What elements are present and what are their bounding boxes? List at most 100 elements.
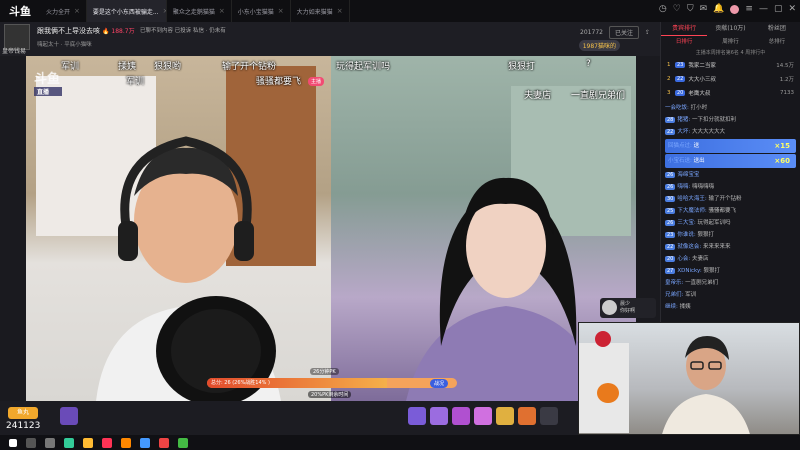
video-player[interactable]: 斗鱼 直播 主播 军训 揉姨 狠狠哟 输了开个钻粉 军训 骚骚都要飞 玩得起军训吗 狠狠打? 夫妻… [26,56,636,401]
douyu-logo[interactable]: 斗鱼 [0,0,40,22]
douyu-app-icon[interactable] [121,437,131,448]
gift-icon[interactable] [518,407,536,425]
bell-icon[interactable]: 🔔 [713,4,724,14]
gift-icon[interactable] [452,407,470,425]
close-icon[interactable]: × [278,7,284,15]
chat-username[interactable]: 回猫点过: [668,143,694,149]
chat-username[interactable]: 猪猪: [677,117,692,123]
avatar [602,300,617,315]
tab-4[interactable]: 大力如来猫猫 × [291,0,350,22]
chat-message: 小宝石送: 送出 ×60 [665,154,796,168]
chat-text: 狠狠打 [703,268,721,274]
chat-username[interactable]: 皇帝乐: [665,280,685,286]
mini-user-card[interactable]: 晨少 你好啊 [600,298,656,318]
coin-button[interactable]: 鱼丸 [8,407,38,419]
douyu-watermark: 斗鱼 直播 [34,68,62,96]
panel-subtab-1[interactable]: 周排行 [707,36,753,48]
gift-icon[interactable] [474,407,492,425]
chat-username[interactable]: 三大宝: [677,220,697,226]
gift-icon[interactable] [496,407,514,425]
chat-username[interactable]: 下大魔法师: [677,208,708,214]
danmu-text: 狠狠打 [508,62,536,72]
watermark-sub: 直播 [34,87,62,96]
panel-tab-2[interactable]: 粉丝团 [754,22,800,36]
live-badge: 主播 [308,77,325,86]
chat-username[interactable]: 海绵宝宝 [677,172,699,178]
close-icon[interactable]: × [74,7,80,15]
close-icon[interactable]: × [337,7,343,15]
pk-progress-bar: 总分: 26 (26%战胜14% ) [207,378,457,388]
chat-username[interactable]: 就像这会: [677,244,703,250]
windows-start-icon[interactable] [9,438,17,447]
pip-person [662,336,750,434]
pip-camera[interactable] [578,322,800,435]
hot-value-text: 188.7万 [111,28,135,35]
chat-text: 夫妻店 [691,256,709,262]
tab-1[interactable]: 要是这个小东西被骗走...× [86,0,167,22]
pk-subtext: 20%PK剩余时间 [308,391,352,398]
panel-subtab-2[interactable]: 总排行 [754,36,800,48]
taskview-icon[interactable] [45,437,55,448]
chat-username[interactable]: 嗨嗨: [677,184,692,190]
panel-subtab-0[interactable]: 日排行 [661,36,707,48]
shield-icon[interactable]: ⛉ [687,4,694,14]
chat-username[interactable]: 小宝石送: [668,158,694,164]
chat-message: 30 哈哈大海王: 输了开个钻粉 [665,193,796,205]
message-icon[interactable]: ✉ [700,4,708,14]
chat-username[interactable]: 你谁说: [677,232,697,238]
app-icon[interactable] [64,437,74,448]
chat-username[interactable]: 心会: [677,256,692,262]
mini-user-sub: 你好啊 [620,308,636,314]
tab-0[interactable]: 火力全开 × [40,0,87,22]
panel-tab-0[interactable]: 贵宾排行 [661,22,708,36]
app-icon[interactable] [83,437,93,448]
rank-row[interactable]: 1 23 我家二当家 14.5万 [661,58,800,72]
rank-name: 大大小三叔 [688,77,716,83]
fan-badge[interactable]: 1987猫咪的 [578,40,620,51]
level-badge: 23 [675,62,686,68]
panel-tabs: 贵宾排行 贡献(10万) 粉丝团 [661,22,800,36]
chat-username[interactable]: 继续: [665,304,680,310]
maximize-icon[interactable]: ▢ [774,4,783,14]
chat-text: 大大大大大大 [691,129,725,135]
app-icon[interactable] [159,437,169,448]
follow-button[interactable]: 已关注 [608,26,639,39]
share-icon[interactable]: ⇪ [645,29,650,36]
minimize-icon[interactable]: — [759,4,768,14]
chat-username[interactable]: 一会吃饭: [665,105,691,111]
chat-username[interactable]: 大坏: [677,129,692,135]
rank-row[interactable]: 3 20 老鹰大叔 7133 [661,86,800,100]
danmu-text: 军训 [126,77,145,87]
rank-row[interactable]: 2 22 大大小三叔 1.2万 [661,72,800,86]
app-icon[interactable] [102,437,112,448]
clock-icon[interactable]: ◷ [659,4,667,14]
chat-message: 继续: 揉姨 [665,301,796,313]
gift-icon[interactable] [430,407,448,425]
search-icon[interactable] [26,437,36,448]
menu-icon[interactable]: ≡ [745,4,753,14]
rank-value: 14.5万 [776,63,794,69]
gift-icon[interactable] [60,407,78,425]
heart-icon[interactable]: ♡ [673,4,681,14]
close-window-icon[interactable]: ✕ [788,4,796,14]
chat-username[interactable]: 兄弟们: [665,292,685,298]
tab-2[interactable]: 聚众之走鹅猫猫 × [167,0,232,22]
user-avatar-icon[interactable] [730,4,740,14]
report-links[interactable]: 已聊不到内容 已投诉 私信 · 仍未有 [140,26,226,34]
more-gifts-icon[interactable] [540,407,558,425]
chat-username[interactable]: 哈哈大海王: [677,196,708,202]
gift-icon[interactable] [408,407,426,425]
tab-3[interactable]: 小东小宝猫猫 × [232,0,291,22]
level-badge: 26 [665,172,676,178]
pk-status-button[interactable]: 战况 [430,379,449,388]
level-badge: 27 [665,268,676,274]
chrome-icon[interactable] [178,437,188,448]
chat-text: 一下扣分就就扣利 [691,117,736,123]
gift-multiplier: ×60 [774,157,790,165]
chat-username[interactable]: XDNicky: [677,268,703,274]
app-icon[interactable] [140,437,150,448]
chat-message: 兄弟们: 军训 [665,289,796,301]
close-icon[interactable]: × [219,7,225,15]
tab-label: 火力全开 [46,8,71,16]
panel-tab-1[interactable]: 贡献(10万) [707,22,753,36]
